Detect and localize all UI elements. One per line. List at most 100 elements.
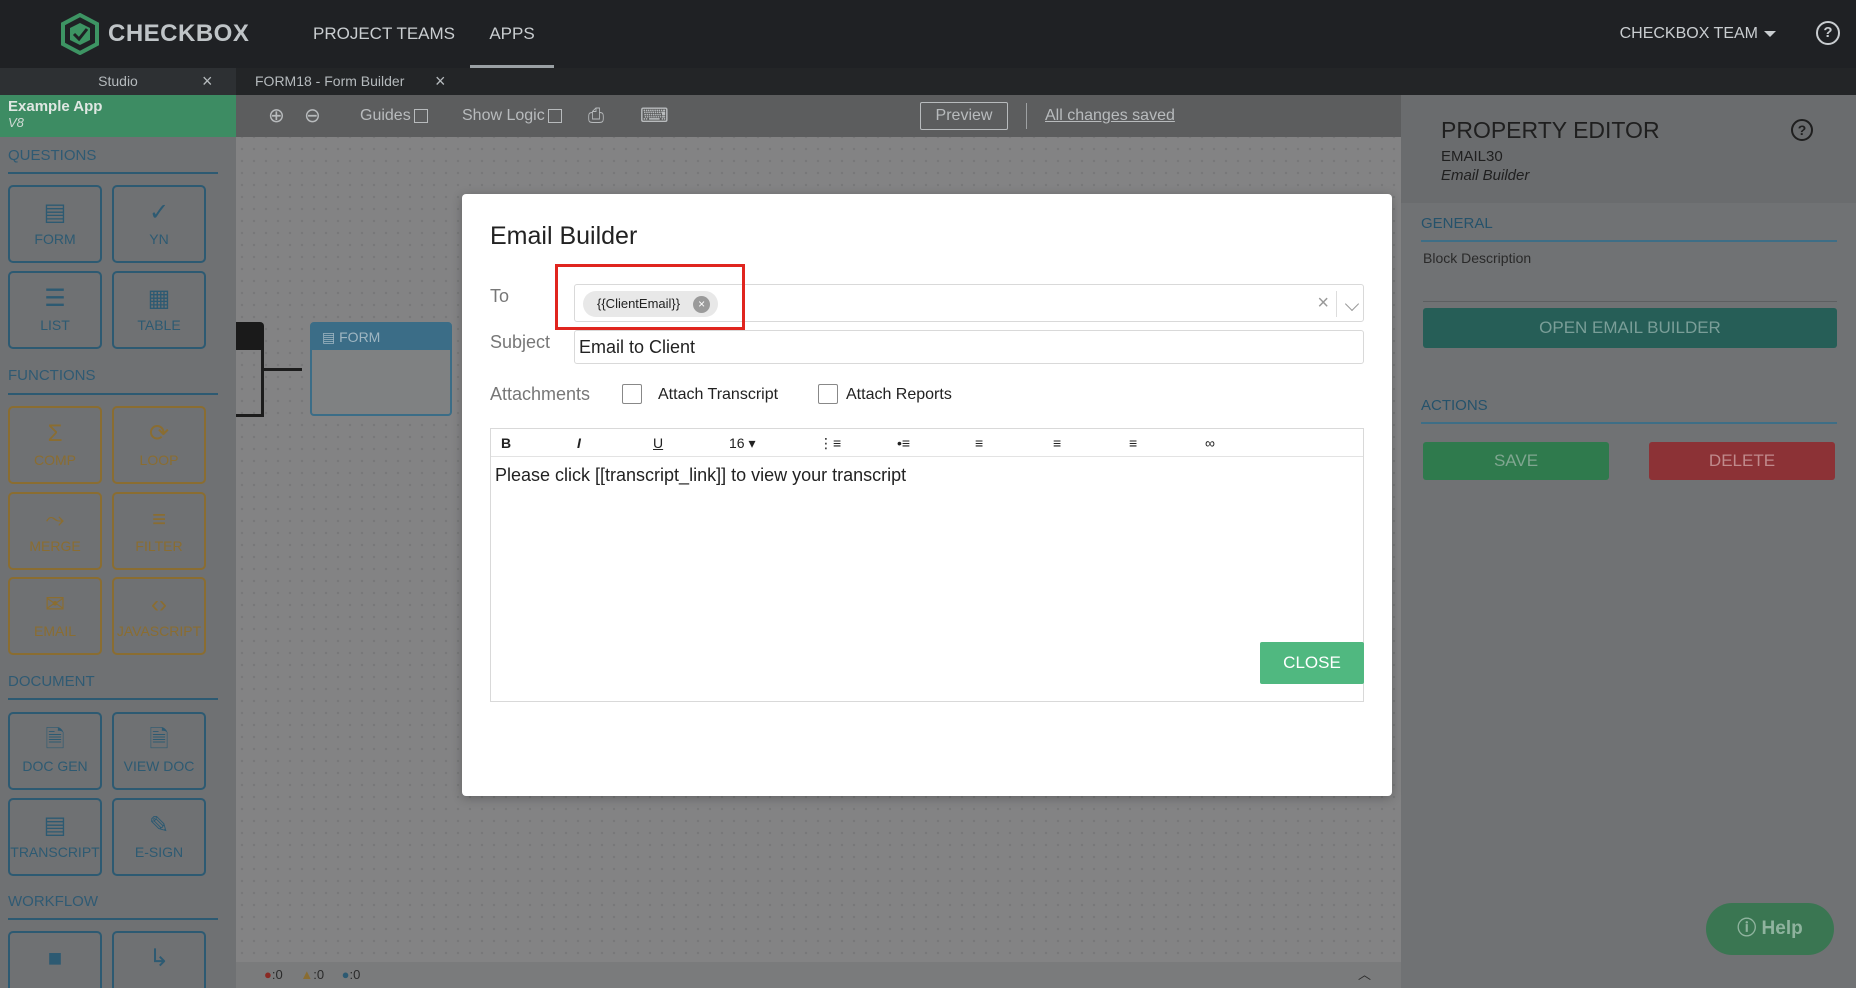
property-editor-title: PROPERTY EDITOR — [1441, 117, 1660, 143]
help-circle-icon[interactable]: ? — [1791, 119, 1813, 141]
email-body-text[interactable]: Please click [[transcript_link]] to view… — [495, 465, 906, 486]
save-status-link[interactable]: All changes saved — [1045, 95, 1175, 137]
chevron-down-icon[interactable] — [1344, 296, 1360, 312]
tile-label: TRANSCRIPT — [10, 844, 100, 860]
merge-icon: ⤳ — [45, 506, 65, 533]
tile-table[interactable]: ▦ TABLE — [112, 271, 206, 349]
flow-node-start[interactable] — [236, 322, 264, 350]
print-icon[interactable]: ⎙ — [588, 95, 604, 137]
block-description-label: Block Description — [1423, 250, 1532, 266]
tile-label: COMP — [34, 452, 76, 468]
tile-e-sign[interactable]: ✎ E-SIGN — [112, 798, 206, 876]
align-center-icon[interactable]: ≡ — [1053, 429, 1061, 457]
tile-list[interactable]: ☰ LIST — [8, 271, 102, 349]
preview-button[interactable]: Preview — [920, 102, 1008, 130]
dialog-title: Email Builder — [490, 222, 638, 250]
attach-reports-checkbox[interactable] — [818, 384, 838, 404]
tile-transcript[interactable]: ▤ TRANSCRIPT — [8, 798, 102, 876]
bold-button[interactable]: B — [501, 429, 511, 457]
tile-workflow[interactable]: ↳ — [112, 931, 206, 988]
align-right-icon[interactable]: ≡ — [1129, 429, 1137, 457]
show-logic-toggle[interactable]: Show Logic — [462, 95, 562, 137]
error-icon: ● — [264, 967, 272, 982]
attach-transcript-checkbox[interactable] — [622, 384, 642, 404]
tile-loop[interactable]: ⟳ LOOP — [112, 406, 206, 484]
block-type: Email Builder — [1441, 167, 1530, 184]
block-description-input[interactable] — [1423, 301, 1837, 302]
tile-label: MERGE — [29, 538, 81, 554]
caret-down-icon — [1764, 30, 1776, 37]
guides-toggle[interactable]: Guides — [360, 95, 428, 137]
close-icon[interactable]: × — [435, 68, 446, 95]
form-node-header: ▤ FORM — [312, 324, 450, 350]
keyboard-icon[interactable]: ⌨ — [640, 95, 669, 137]
document-icon: 🗎 — [149, 726, 169, 753]
envelope-icon: ✉ — [44, 591, 66, 618]
guides-checkbox[interactable] — [413, 108, 428, 123]
tile-end[interactable]: ■ — [8, 931, 102, 988]
warning-count: :0 — [313, 967, 325, 982]
nav-apps[interactable]: APPS — [470, 0, 554, 68]
tile-doc-gen[interactable]: 🗎 DOC GEN — [8, 712, 102, 790]
open-email-builder-button[interactable]: OPEN EMAIL BUILDER — [1423, 308, 1837, 348]
team-dropdown[interactable]: CHECKBOX TEAM — [1620, 0, 1776, 68]
help-widget-button[interactable]: ⓘ Help — [1706, 903, 1834, 955]
section-functions: FUNCTIONS — [8, 367, 96, 384]
show-logic-label: Show Logic — [462, 107, 545, 124]
link-icon[interactable]: ∞ — [1205, 429, 1215, 457]
ordered-list-icon[interactable]: ⋮≡ — [819, 429, 841, 457]
divider — [1421, 422, 1837, 424]
divider — [1336, 291, 1337, 317]
attach-reports-label: Attach Reports — [846, 386, 952, 403]
align-left-icon[interactable]: ≡ — [975, 429, 983, 457]
close-icon[interactable]: × — [202, 68, 213, 95]
bullet-list-icon[interactable]: •≡ — [897, 429, 910, 457]
tile-merge[interactable]: ⤳ MERGE — [8, 492, 102, 570]
warning-icon: ▲ — [300, 967, 314, 982]
zoom-out-icon[interactable]: ⊖ — [304, 95, 321, 137]
save-button[interactable]: SAVE — [1423, 442, 1609, 480]
form-node[interactable]: ▤ FORM — [310, 322, 452, 416]
tile-view-doc[interactable]: 🗎 VIEW DOC — [112, 712, 206, 790]
zoom-in-icon[interactable]: ⊕ — [268, 95, 285, 137]
show-logic-checkbox[interactable] — [547, 108, 562, 123]
clear-icon[interactable]: × — [1317, 291, 1329, 315]
form-node-label: FORM — [339, 329, 381, 345]
divider — [8, 698, 218, 700]
tile-form[interactable]: ▤ FORM — [8, 185, 102, 263]
section-questions: QUESTIONS — [8, 147, 97, 164]
app-title: Example App — [8, 98, 103, 115]
block-id: EMAIL30 — [1441, 148, 1503, 165]
font-size-select[interactable]: 16 ▾ — [729, 429, 756, 457]
to-label: To — [490, 286, 510, 306]
brand-logo[interactable]: CHECKBOX — [60, 13, 249, 55]
list-icon: ☰ — [44, 285, 66, 312]
divider — [1421, 240, 1837, 242]
tab-studio[interactable]: Studio — [0, 68, 236, 95]
tile-javascript[interactable]: ‹› JAVASCRIPT — [112, 577, 206, 655]
tile-email[interactable]: ✉ EMAIL — [8, 577, 102, 655]
pen-icon: ✎ — [148, 812, 170, 839]
tile-label: LOOP — [139, 452, 179, 468]
sigma-icon: Σ — [47, 420, 63, 447]
subject-input[interactable]: Email to Client — [574, 330, 1364, 364]
tile-label: TABLE — [137, 317, 181, 333]
delete-button[interactable]: DELETE — [1649, 442, 1835, 480]
close-button[interactable]: CLOSE — [1260, 642, 1364, 684]
underline-button[interactable]: U — [653, 429, 663, 457]
tile-filter[interactable]: ≡ FILTER — [112, 492, 206, 570]
nav-project-teams[interactable]: PROJECT TEAMS — [313, 0, 455, 68]
filter-icon: ≡ — [151, 506, 166, 533]
tile-comp[interactable]: Σ COMP — [8, 406, 102, 484]
section-actions: ACTIONS — [1421, 397, 1488, 414]
block-palette: Example App V8 QUESTIONS ▤ FORM ✓ YN ☰ L… — [0, 95, 236, 988]
tile-yn[interactable]: ✓ YN — [112, 185, 206, 263]
tile-label: E-SIGN — [134, 844, 184, 860]
table-icon: ▦ — [147, 285, 171, 312]
help-circle-icon[interactable]: ? — [1816, 21, 1840, 45]
form-icon: ▤ — [43, 199, 67, 226]
tab-form-builder[interactable]: FORM18 - Form Builder — [255, 68, 404, 95]
info-count: :0 — [349, 967, 361, 982]
chevron-up-icon[interactable]: ︿ — [1358, 962, 1371, 988]
italic-button[interactable]: I — [577, 429, 581, 457]
